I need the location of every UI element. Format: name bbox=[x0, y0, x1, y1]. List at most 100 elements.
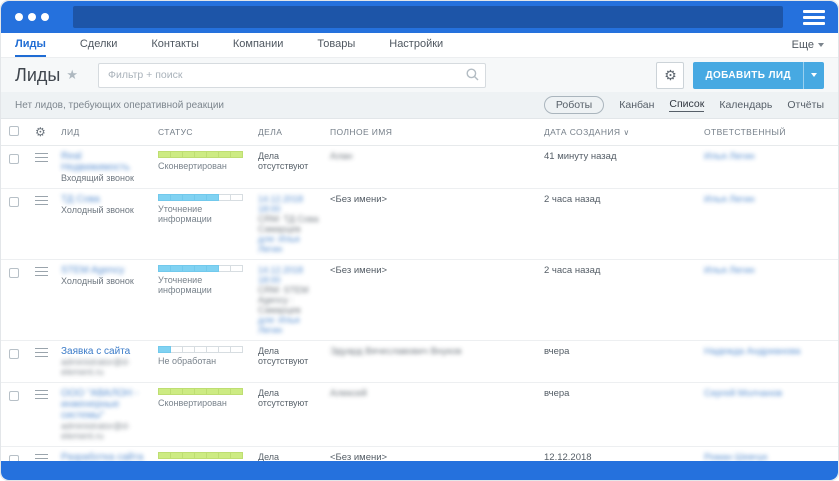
status-segment bbox=[207, 452, 219, 459]
view-kanban[interactable]: Канбан bbox=[619, 99, 654, 112]
search-icon bbox=[466, 68, 479, 80]
view-robots-button[interactable]: Роботы bbox=[543, 96, 605, 114]
nav-more-dropdown[interactable]: Еще bbox=[792, 33, 824, 57]
select-all-checkbox[interactable] bbox=[9, 126, 19, 136]
status-segment bbox=[171, 346, 183, 353]
nav-tab-companies[interactable]: Компании bbox=[233, 33, 284, 57]
deal-link[interactable]: для: Илья Легин bbox=[258, 234, 324, 254]
app-dots-icon[interactable] bbox=[15, 13, 49, 21]
row-menu-button[interactable] bbox=[35, 390, 48, 399]
lead-subtitle: Входящий звонок bbox=[61, 173, 134, 183]
row-menu-button[interactable] bbox=[35, 196, 48, 205]
created-date: 2 часа назад bbox=[544, 265, 601, 276]
gear-icon: ⚙ bbox=[664, 66, 677, 83]
status-segment bbox=[195, 265, 207, 272]
table-row: ООО "АВАЛОН - инженерные системы" adminis… bbox=[1, 383, 838, 447]
deals-cell: 14.12.2018 18:00 CRM: ТД Сова Самарцев для… bbox=[258, 194, 330, 254]
col-header-created[interactable]: ДАТА СОЗДАНИЯ ∨ bbox=[544, 127, 704, 137]
filter-search-input[interactable] bbox=[97, 62, 486, 88]
chevron-down-icon bbox=[811, 73, 817, 77]
full-name: <Без имени> bbox=[330, 194, 388, 205]
status-segment bbox=[207, 388, 219, 395]
row-menu-button[interactable] bbox=[35, 348, 48, 357]
deal-link[interactable]: 14.12.2018 18:00 bbox=[258, 265, 324, 285]
row-checkbox[interactable] bbox=[9, 197, 19, 207]
favorite-star-icon[interactable]: ★ bbox=[66, 67, 78, 83]
deals-cell: Дела отсутствуют bbox=[258, 151, 330, 171]
lead-link[interactable]: ТД Сова bbox=[61, 194, 148, 205]
table-row: STEM Agency Холодный звонок Уточнение инф… bbox=[1, 260, 838, 341]
status-segment bbox=[195, 151, 207, 158]
status-segment bbox=[158, 151, 171, 158]
lead-cell: Заявка с сайта administrator@d-element.ru bbox=[61, 346, 158, 377]
hamburger-menu-icon[interactable] bbox=[803, 9, 825, 25]
deal-link[interactable]: для: Илья Легин bbox=[258, 315, 324, 335]
status-segment bbox=[207, 151, 219, 158]
nav-tab-deals[interactable]: Сделки bbox=[80, 33, 118, 57]
row-checkbox[interactable] bbox=[9, 154, 19, 164]
col-header-lead[interactable]: ЛИД bbox=[61, 127, 158, 137]
lead-subtitle: administrator@d-element.ru bbox=[61, 421, 131, 441]
lead-cell: STEM Agency Холодный звонок bbox=[61, 265, 158, 286]
view-list[interactable]: Список bbox=[669, 98, 705, 112]
lead-link[interactable]: ООО "АВАЛОН - инженерные системы" bbox=[61, 388, 148, 421]
status-cell: Уточнение информации bbox=[158, 194, 258, 224]
table-header: ⚙ ЛИД СТАТУС ДЕЛА ПОЛНОЕ ИМЯ ДАТА СОЗДАН… bbox=[1, 119, 838, 146]
status-segment bbox=[183, 265, 195, 272]
status-segment bbox=[231, 388, 243, 395]
lead-subtitle: administrator@d-element.ru bbox=[61, 357, 131, 377]
status-label: Не обработан bbox=[158, 356, 217, 366]
lead-link[interactable]: STEM Agency bbox=[61, 265, 148, 276]
responsible-cell: Сергей Молчанов bbox=[704, 388, 838, 399]
status-segment bbox=[158, 452, 171, 459]
row-checkbox[interactable] bbox=[9, 391, 19, 401]
add-lead-button[interactable]: ДОБАВИТЬ ЛИД bbox=[693, 61, 824, 89]
nav-tab-products[interactable]: Товары bbox=[317, 33, 355, 57]
deals-cell: 14.12.2018 18:00 CRM: STEM Agency : Самар… bbox=[258, 265, 330, 335]
view-reports[interactable]: Отчёты bbox=[787, 99, 824, 112]
add-lead-label: ДОБАВИТЬ ЛИД bbox=[705, 69, 791, 81]
status-progress-bar bbox=[158, 194, 243, 201]
row-checkbox[interactable] bbox=[9, 349, 19, 359]
deal-link[interactable]: 14.12.2018 18:00 bbox=[258, 194, 324, 214]
col-header-status[interactable]: СТАТУС bbox=[158, 127, 258, 137]
deals-cell: Дела отсутствуют bbox=[258, 388, 330, 408]
global-search-bar[interactable] bbox=[73, 6, 783, 28]
col-header-fullname[interactable]: ПОЛНОЕ ИМЯ bbox=[330, 127, 544, 137]
settings-gear-button[interactable]: ⚙ bbox=[656, 61, 685, 89]
deals-text: Дела отсутствуют bbox=[258, 346, 309, 366]
responsible-link[interactable]: Сергей Молчанов bbox=[704, 388, 782, 399]
responsible-link[interactable]: Илья Легин bbox=[704, 194, 755, 205]
row-menu-button[interactable] bbox=[35, 267, 48, 276]
status-segment bbox=[183, 388, 195, 395]
nav-tab-settings[interactable]: Настройки bbox=[389, 33, 443, 57]
status-segment bbox=[207, 265, 219, 272]
responsible-cell: Надежда Андрианова bbox=[704, 346, 838, 357]
status-segment bbox=[195, 194, 207, 201]
view-calendar[interactable]: Календарь bbox=[719, 99, 772, 112]
lead-link[interactable]: Заявка с сайта bbox=[61, 346, 148, 357]
col-header-responsible[interactable]: ОТВЕТСТВЕННЫЙ bbox=[704, 127, 838, 137]
responsible-link[interactable]: Илья Легин bbox=[704, 265, 755, 276]
add-lead-dropdown[interactable] bbox=[804, 62, 824, 89]
col-header-deals[interactable]: ДЕЛА bbox=[258, 127, 330, 137]
status-progress-bar bbox=[158, 346, 243, 353]
full-name: Эдуард Вячеславович Внуков bbox=[330, 346, 462, 357]
deals-cell: Дела отсутствуют bbox=[258, 346, 330, 366]
nav-tab-contacts[interactable]: Контакты bbox=[151, 33, 199, 57]
full-name: Алан bbox=[330, 151, 353, 162]
responsible-link[interactable]: Илья Легин bbox=[704, 151, 755, 162]
status-progress-bar bbox=[158, 151, 243, 158]
row-checkbox[interactable] bbox=[9, 268, 19, 278]
responsible-link[interactable]: Надежда Андрианова bbox=[704, 346, 800, 357]
row-menu-button[interactable] bbox=[35, 153, 48, 162]
lead-link[interactable]: Real Недвижимость bbox=[61, 151, 148, 173]
table-row: ТД Сова Холодный звонок Уточнение информа… bbox=[1, 189, 838, 260]
status-segment bbox=[207, 194, 219, 201]
full-name: <Без имени> bbox=[330, 265, 388, 276]
created-date: 41 минуту назад bbox=[544, 151, 617, 162]
nav-tab-leads[interactable]: Лиды bbox=[15, 33, 46, 57]
grid-settings-gear-icon[interactable]: ⚙ bbox=[35, 126, 61, 138]
status-segment bbox=[219, 452, 231, 459]
footer-bar bbox=[1, 461, 838, 480]
